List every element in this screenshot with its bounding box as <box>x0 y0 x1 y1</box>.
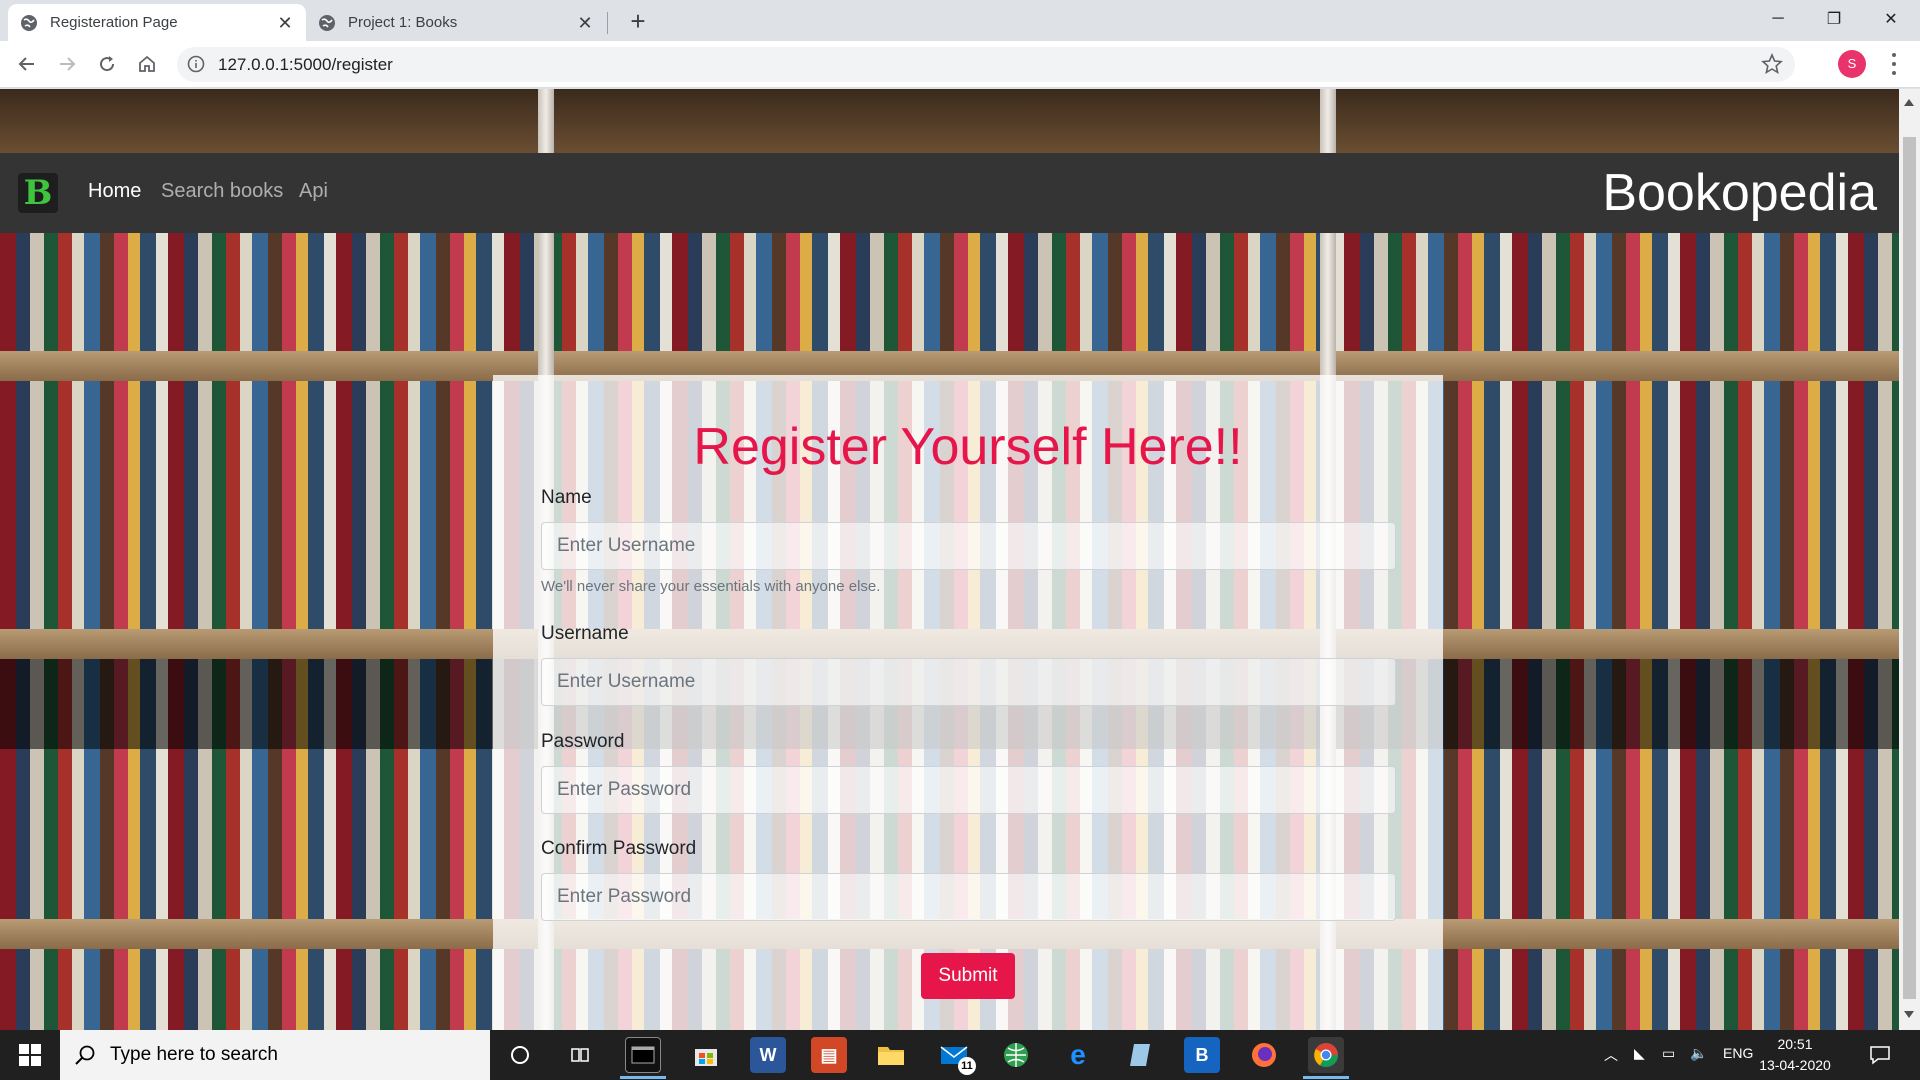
brand-logo[interactable]: B <box>18 173 58 213</box>
globe-icon <box>319 14 335 31</box>
tab-title: Project 1: Books <box>348 14 458 31</box>
info-icon[interactable] <box>187 55 205 73</box>
close-window-icon[interactable]: ✕ <box>1862 0 1920 38</box>
notifications-icon[interactable] <box>1862 1037 1898 1073</box>
reload-icon[interactable] <box>92 49 122 79</box>
registration-card: Register Yourself Here!! Name We'll neve… <box>493 375 1443 1030</box>
page-scrollbar[interactable] <box>1899 89 1920 1030</box>
search-icon <box>75 1045 95 1065</box>
notepad-icon[interactable] <box>1122 1037 1158 1073</box>
tab-divider <box>607 12 608 34</box>
confirm-password-field[interactable] <box>541 873 1396 921</box>
language-indicator[interactable]: ENG <box>1723 1045 1753 1061</box>
file-explorer-icon[interactable] <box>873 1037 909 1073</box>
new-tab-icon[interactable]: + <box>624 8 652 36</box>
close-tab-icon[interactable]: ✕ <box>276 14 294 32</box>
app-bi-icon[interactable]: B <box>1184 1037 1220 1073</box>
username-label: Username <box>541 623 629 644</box>
tab-title: Registeration Page <box>50 14 178 31</box>
password-field[interactable] <box>541 766 1396 814</box>
name-label: Name <box>541 487 592 508</box>
submit-button[interactable]: Submit <box>921 953 1015 999</box>
tab-project-books[interactable]: Project 1: Books ✕ <box>306 4 606 41</box>
page-title: Register Yourself Here!! <box>693 418 1243 476</box>
store-icon[interactable] <box>688 1037 724 1073</box>
scrollbar-thumb[interactable] <box>1903 137 1916 999</box>
username-field[interactable] <box>541 658 1396 706</box>
url-text: 127.0.0.1:5000/register <box>218 55 393 74</box>
terminal-icon[interactable] <box>625 1037 661 1073</box>
bookmark-star-icon[interactable] <box>1761 53 1783 75</box>
battery-icon[interactable]: ▭ <box>1662 1045 1675 1062</box>
forward-arrow-icon[interactable] <box>52 49 82 79</box>
nav-link-search-books[interactable]: Search books <box>161 180 283 203</box>
chrome-icon[interactable] <box>1308 1037 1344 1073</box>
globe-app-icon[interactable] <box>998 1037 1034 1073</box>
browser-toolbar: 127.0.0.1:5000/register S <box>0 41 1920 88</box>
taskbar-search-box[interactable]: Type here to search <box>60 1030 490 1080</box>
nav-link-home[interactable]: Home <box>88 180 141 203</box>
task-view-icon[interactable] <box>562 1037 598 1073</box>
password-label: Password <box>541 731 625 752</box>
word-icon[interactable]: W <box>750 1037 786 1073</box>
cortana-icon[interactable] <box>502 1037 538 1073</box>
taskbar-clock[interactable]: 20:51 13-04-2020 <box>1755 1034 1835 1076</box>
page-viewport: B Home Search books Api Bookopedia Regis… <box>0 89 1899 1030</box>
home-icon[interactable] <box>132 49 162 79</box>
menu-kebab-icon[interactable] <box>1884 51 1904 77</box>
address-bar[interactable]: 127.0.0.1:5000/register <box>177 47 1795 82</box>
browser-tab-strip: Registeration Page ✕ Project 1: Books ✕ … <box>0 0 1920 41</box>
taskbar-search-placeholder: Type here to search <box>110 1044 278 1065</box>
minimize-icon[interactable]: ─ <box>1749 0 1807 38</box>
site-navbar: B Home Search books Api Bookopedia <box>0 153 1899 233</box>
mail-badge: 11 <box>958 1057 976 1075</box>
shelf-shadow <box>0 89 1899 153</box>
network-icon[interactable]: ◣ <box>1634 1045 1645 1062</box>
nav-link-api[interactable]: Api <box>299 180 328 203</box>
name-field[interactable] <box>541 522 1396 570</box>
active-app-indicator <box>1303 1076 1349 1079</box>
scroll-down-arrow-icon[interactable] <box>1904 1011 1914 1018</box>
active-app-indicator <box>620 1076 666 1079</box>
brand-name[interactable]: Bookopedia <box>1602 163 1877 223</box>
presentation-app-icon[interactable]: ▤ <box>811 1037 847 1073</box>
clock-date: 13-04-2020 <box>1759 1057 1831 1073</box>
mail-icon[interactable]: 11 <box>936 1037 976 1075</box>
globe-icon <box>21 14 37 31</box>
back-arrow-icon[interactable] <box>12 49 42 79</box>
edge-icon[interactable]: e <box>1060 1037 1096 1073</box>
windows-taskbar: Type here to search W ▤ 11 e B ︿ ◣ ▭ 🔈 E… <box>0 1030 1920 1080</box>
scroll-up-arrow-icon[interactable] <box>1904 99 1914 106</box>
confirm-password-label: Confirm Password <box>541 838 697 859</box>
volume-icon[interactable]: 🔈 <box>1690 1045 1707 1062</box>
close-tab-icon[interactable]: ✕ <box>576 14 594 32</box>
show-hidden-icons-chevron-icon[interactable]: ︿ <box>1604 1045 1618 1065</box>
name-help-text: We'll never share your essentials with a… <box>541 578 881 595</box>
windows-start-icon[interactable] <box>0 1030 60 1080</box>
profile-avatar[interactable]: S <box>1838 50 1866 78</box>
clock-time: 20:51 <box>1777 1036 1813 1052</box>
restore-icon[interactable]: ❐ <box>1805 0 1863 38</box>
firefox-icon[interactable] <box>1246 1037 1282 1073</box>
tab-registration-page[interactable]: Registeration Page ✕ <box>8 4 306 41</box>
